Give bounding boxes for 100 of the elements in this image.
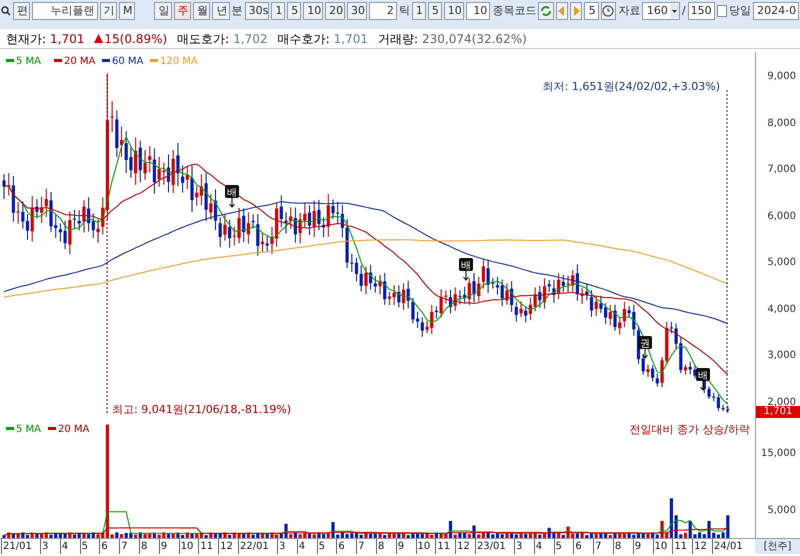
- legend-item: 120 MA: [150, 56, 198, 67]
- period-button[interactable]: 주: [174, 2, 191, 20]
- clock-button[interactable]: [600, 2, 616, 20]
- code-label: 종목코드: [492, 2, 536, 19]
- legend-item: 20 MA: [48, 424, 90, 435]
- minute-button[interactable]: 5: [287, 2, 302, 20]
- date-axis-label: 22/01: [238, 539, 277, 554]
- date-axis-label: 4: [534, 539, 554, 554]
- bid-label: 매수호가:: [278, 30, 330, 48]
- legend-item: 60 MA: [102, 56, 144, 67]
- axis-label: 8,000: [767, 116, 796, 130]
- legend-item: 20 MA: [54, 56, 96, 67]
- right-triangle-icon: [572, 6, 580, 16]
- date-axis-label: 3: [276, 539, 297, 554]
- date-axis-label: 7: [356, 539, 376, 554]
- data-count-dropdown[interactable]: 160: [642, 2, 680, 20]
- date-axis-label: 11: [198, 539, 218, 554]
- tick-button[interactable]: 10: [444, 2, 464, 20]
- ask-label: 매도호가:: [177, 30, 230, 48]
- date-axis-label: 10: [178, 539, 198, 554]
- tick-value-field[interactable]: 10: [466, 2, 490, 20]
- axis-label: 6,000: [767, 210, 796, 224]
- date-axis-label: 23/01: [474, 539, 514, 554]
- price-value: 1,701: [50, 30, 84, 48]
- up-triangle-icon: [94, 34, 104, 43]
- date-axis-label: 21/01: [1, 539, 40, 554]
- period-button[interactable]: 년: [212, 2, 230, 20]
- volume-label: 거래량:: [378, 30, 418, 48]
- mode-button[interactable]: 기: [100, 2, 117, 20]
- current-price-tag: 1,701: [756, 406, 800, 418]
- tick-label: 틱: [398, 2, 410, 19]
- axis-label: 3,000: [767, 349, 796, 363]
- legend-item: 5 MA: [6, 56, 42, 67]
- axis-label: 5,000: [767, 256, 796, 270]
- date-axis-label: 8: [612, 539, 633, 554]
- change-value: 15(0.89%): [104, 30, 168, 48]
- date-axis-label: 10: [416, 539, 436, 554]
- today-checkbox[interactable]: [716, 5, 728, 17]
- tick-button[interactable]: 1: [412, 2, 426, 20]
- today-label: 당일: [729, 2, 752, 19]
- edit-button[interactable]: 편: [13, 2, 30, 20]
- axis-label: 9,000: [767, 70, 796, 84]
- axis-label: 15,000: [761, 447, 796, 461]
- refresh-icon: [540, 5, 552, 17]
- date-axis-label: 11: [435, 539, 456, 554]
- date-field[interactable]: 2024-0: [753, 2, 800, 20]
- stock-name-field[interactable]: 누리플랜: [32, 2, 98, 20]
- date-axis-label: 9: [158, 539, 179, 554]
- minute-label: 분: [232, 2, 243, 19]
- ask-value: 1,702: [233, 30, 268, 48]
- date-axis-label: 4: [60, 539, 80, 554]
- date-axis-label: 24/01: [712, 539, 751, 554]
- search-icon[interactable]: [1, 5, 11, 17]
- max-count-field[interactable]: 150: [688, 2, 715, 20]
- minute-button[interactable]: 10: [303, 2, 324, 20]
- next-button[interactable]: [570, 2, 582, 20]
- minute-button[interactable]: 30: [346, 2, 367, 20]
- date-axis-label: 9: [396, 539, 416, 554]
- date-axis-label: 6: [99, 539, 120, 554]
- minute-button[interactable]: 20: [325, 2, 345, 20]
- date-axis-label: 12: [218, 539, 238, 554]
- period-button[interactable]: 월: [192, 2, 210, 20]
- axis-label: 2,000: [767, 396, 796, 408]
- tick-count-field[interactable]: 2: [368, 2, 397, 20]
- date-axis-label: 7: [119, 539, 139, 554]
- clock-icon: [602, 5, 614, 17]
- refresh-button[interactable]: [538, 2, 554, 20]
- volume-unit: [천주]: [764, 540, 792, 554]
- volume-note: 전일대비 종가 상승/하락: [629, 423, 750, 436]
- low-price-note: 최저: 1,651원(24/02/02,+3.03%): [542, 80, 720, 93]
- date-axis-label: 8: [138, 539, 159, 554]
- date-axis-label: 6: [573, 539, 594, 554]
- previous-button[interactable]: [556, 2, 568, 20]
- axis-label: 7,000: [767, 163, 796, 177]
- tick-button[interactable]: 5: [428, 2, 442, 20]
- data-label: 자료: [618, 2, 640, 19]
- mode-button[interactable]: M: [119, 2, 136, 20]
- date-axis-label: 8: [376, 539, 396, 554]
- bid-value: 1,701: [334, 30, 368, 48]
- minute-button[interactable]: 30s: [244, 2, 270, 20]
- date-axis-label: 10: [652, 539, 672, 554]
- axis-label: 5,000: [767, 504, 796, 518]
- date-axis-label: 3: [40, 539, 60, 554]
- minute-button[interactable]: 1: [271, 2, 286, 20]
- slash-label: /: [682, 2, 686, 19]
- date-axis-label: 9: [632, 539, 653, 554]
- date-axis-label: 5: [316, 539, 336, 554]
- date-axis-label: 7: [593, 539, 613, 554]
- price-label: 현재가:: [6, 30, 46, 48]
- date-axis-label: 5: [554, 539, 574, 554]
- axis-label: 4,000: [767, 302, 796, 316]
- high-price-note: 최고: 9,041원(21/06/18,-81.19%): [112, 403, 292, 416]
- date-axis-label: 12: [455, 539, 475, 554]
- legend-item: 5 MA: [6, 424, 42, 435]
- date-axis-label: 12: [692, 539, 712, 554]
- date-axis-label: 4: [296, 539, 317, 554]
- period-button[interactable]: 일: [154, 2, 172, 20]
- date-axis-label: 3: [514, 539, 534, 554]
- date-axis-label: 11: [672, 539, 692, 554]
- step-field[interactable]: 5: [584, 2, 599, 20]
